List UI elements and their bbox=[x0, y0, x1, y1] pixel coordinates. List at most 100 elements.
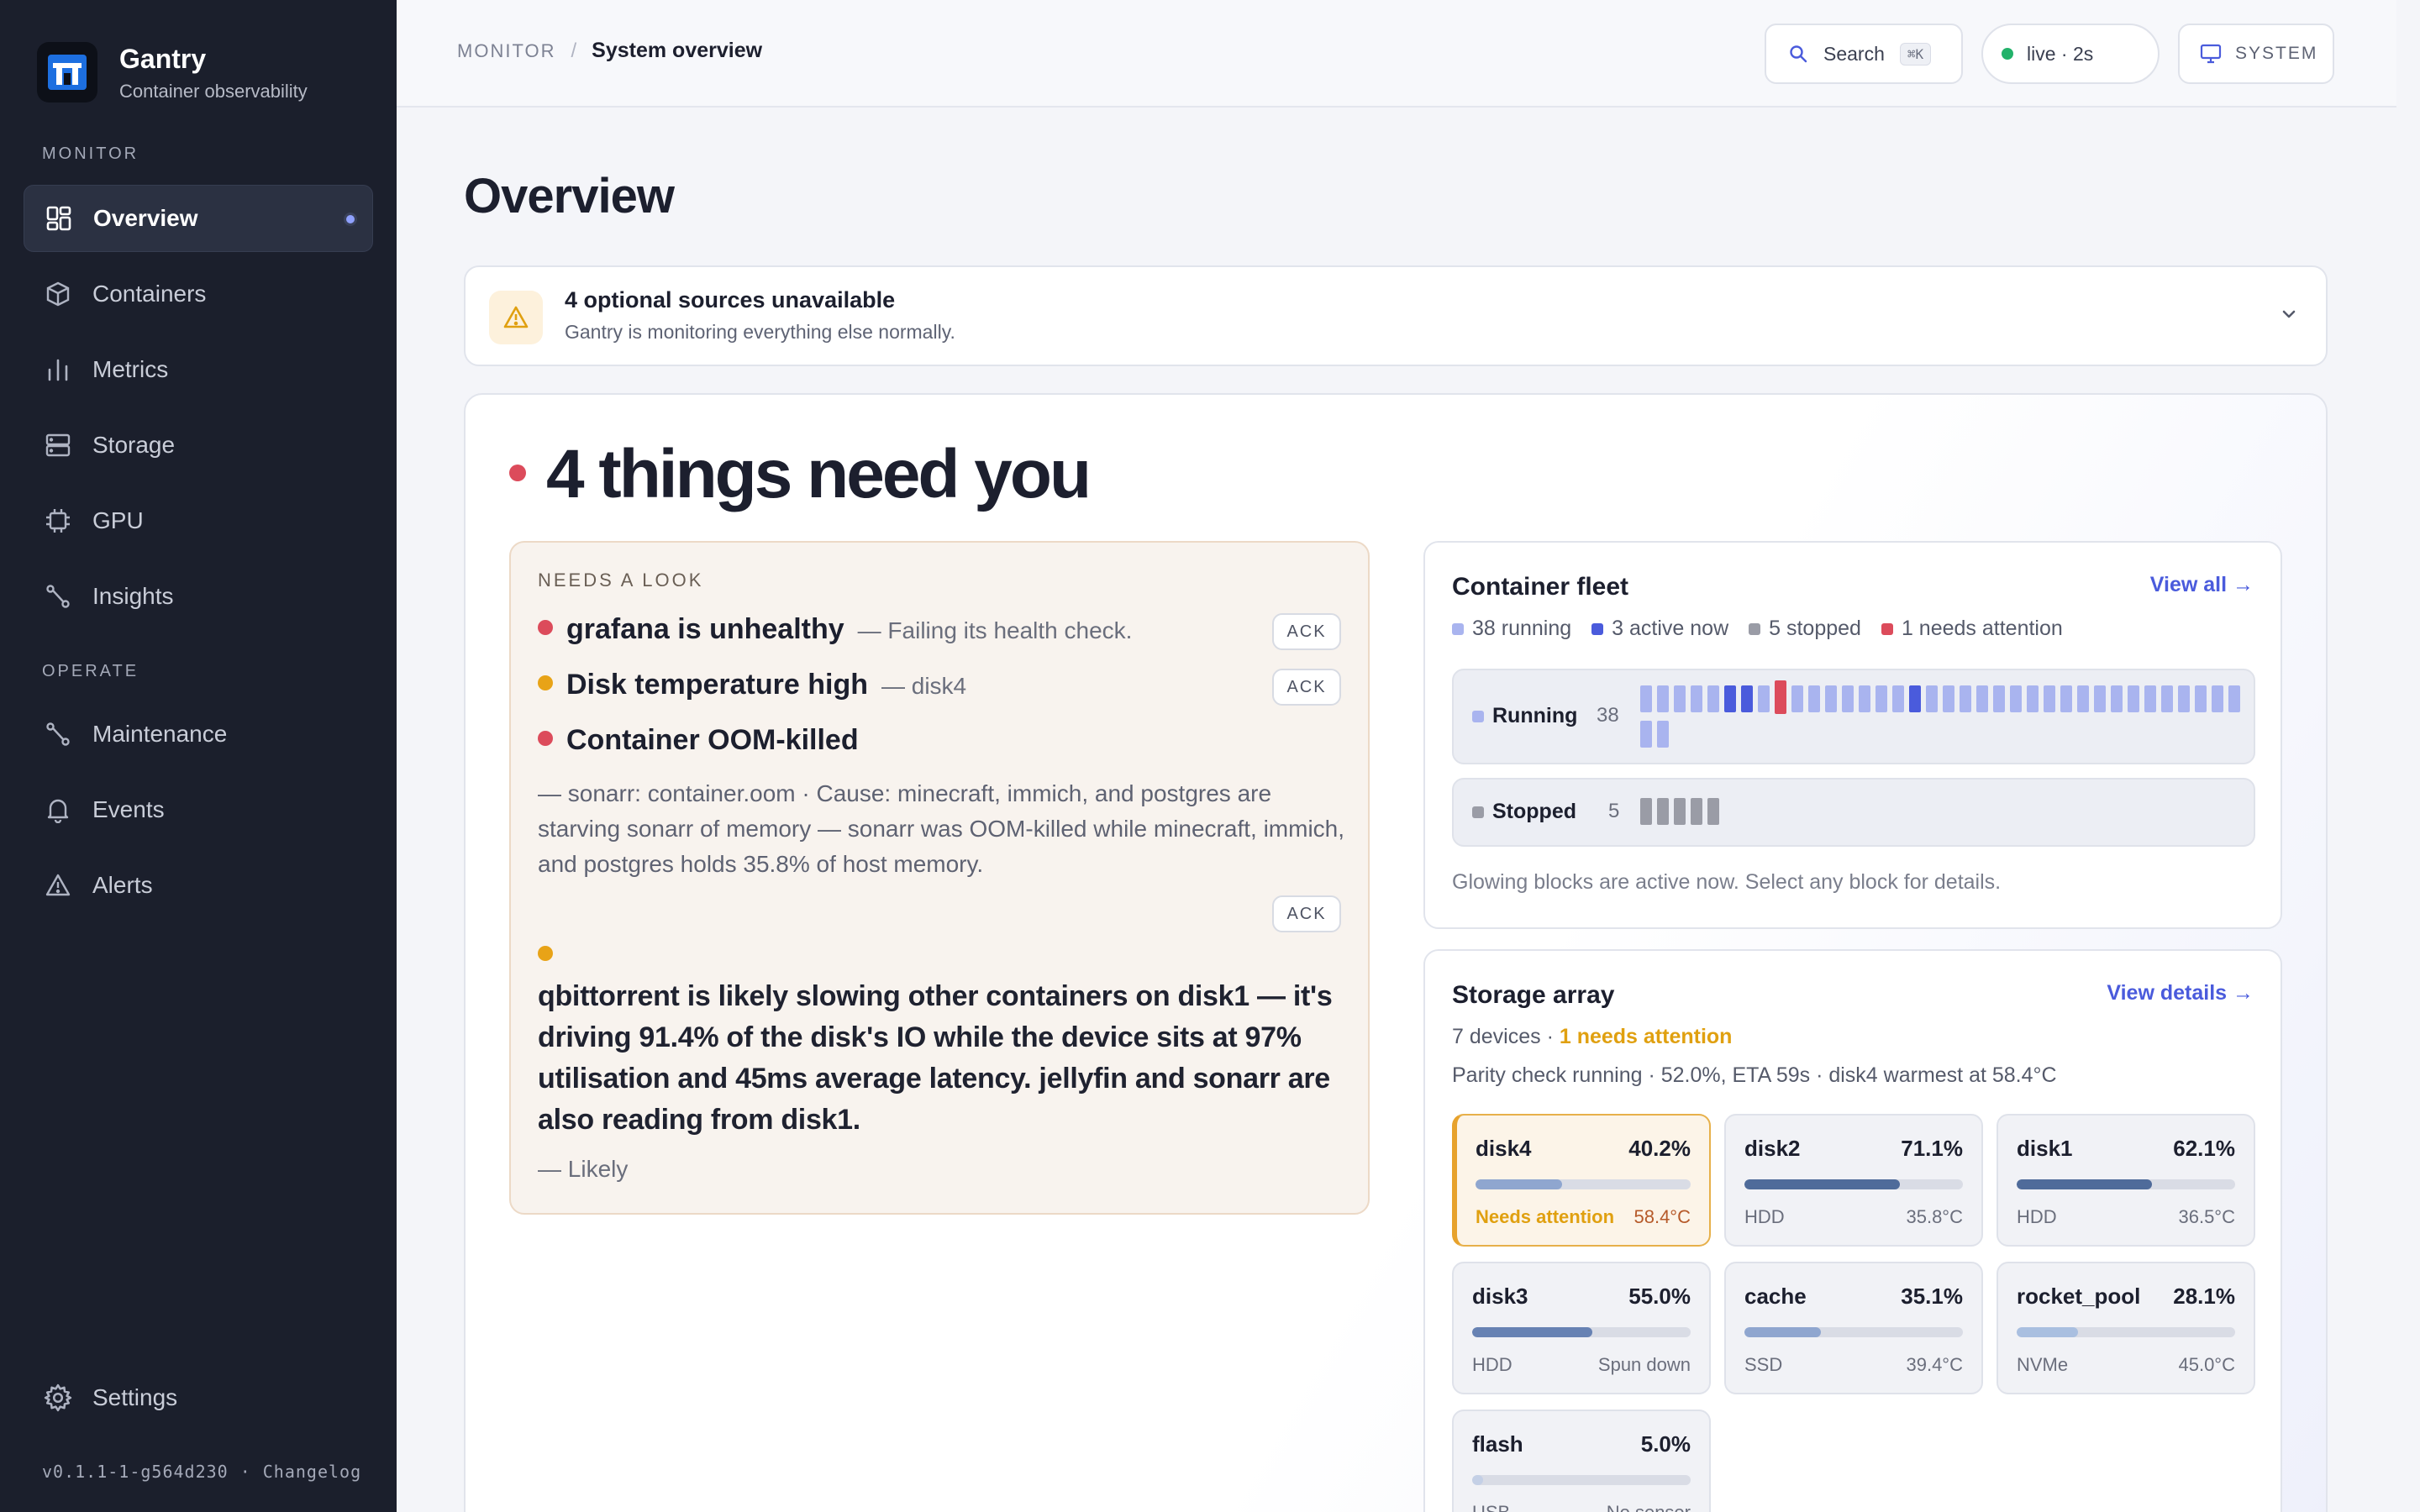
container-block[interactable] bbox=[2195, 685, 2207, 712]
app-tagline: Container observability bbox=[119, 81, 308, 102]
stopped-lane[interactable]: Stopped 5 bbox=[1452, 778, 2255, 847]
attention-headline: 4 things need you bbox=[546, 436, 1092, 512]
container-block[interactable] bbox=[1976, 685, 1988, 712]
container-block[interactable] bbox=[1791, 685, 1803, 712]
usage-bar bbox=[1744, 1179, 1963, 1189]
theme-toggle[interactable]: SYSTEM bbox=[2178, 24, 2334, 84]
disk-tile[interactable]: rocket_pool 28.1% NVMe 45.0°C bbox=[1996, 1262, 2255, 1394]
container-block[interactable] bbox=[2111, 685, 2123, 712]
brand[interactable]: Gantry Container observability bbox=[37, 42, 308, 102]
changelog-link[interactable]: Changelog bbox=[263, 1462, 361, 1482]
container-block[interactable] bbox=[1640, 685, 1652, 712]
container-block[interactable] bbox=[1775, 680, 1786, 714]
container-block[interactable] bbox=[1640, 798, 1652, 825]
disk-tile[interactable]: flash 5.0% USB No sensor bbox=[1452, 1410, 1711, 1512]
breadcrumb-monitor[interactable]: MONITOR bbox=[457, 40, 555, 62]
container-block[interactable] bbox=[1960, 685, 1971, 712]
ack-button[interactable]: ACK bbox=[1272, 669, 1341, 706]
container-block[interactable] bbox=[1808, 685, 1820, 712]
container-block[interactable] bbox=[1724, 685, 1736, 712]
container-block[interactable] bbox=[2178, 685, 2190, 712]
container-block[interactable] bbox=[1691, 685, 1702, 712]
container-block[interactable] bbox=[1876, 685, 1887, 712]
disk-name: disk4 bbox=[1476, 1136, 1532, 1161]
grid-icon bbox=[43, 202, 75, 234]
usage-bar-fill bbox=[1744, 1327, 1822, 1337]
issue-disk-temperature[interactable]: Disk temperature high — disk4 bbox=[538, 669, 1344, 701]
disk-tile[interactable]: disk2 71.1% HDD 35.8°C bbox=[1724, 1114, 1983, 1247]
container-block[interactable] bbox=[1657, 685, 1669, 712]
container-block[interactable] bbox=[1859, 685, 1870, 712]
insight-text[interactable]: qbittorrent is likely slowing other cont… bbox=[538, 976, 1344, 1141]
issue-oom-killed[interactable]: Container OOM-killed bbox=[538, 724, 1344, 757]
disk-name: flash bbox=[1472, 1431, 1523, 1457]
lane-label-text: Stopped bbox=[1492, 800, 1576, 823]
view-all-link[interactable]: View all → bbox=[2150, 573, 2254, 597]
container-block[interactable] bbox=[1943, 685, 1954, 712]
ack-button[interactable]: ACK bbox=[1272, 895, 1341, 932]
search-button[interactable]: Search ⌘K bbox=[1765, 24, 1963, 84]
container-block[interactable] bbox=[1691, 798, 1702, 825]
sidebar-item-alerts[interactable]: Alerts bbox=[24, 852, 373, 919]
chevron-down-icon[interactable] bbox=[2277, 302, 2301, 330]
disk-tile[interactable]: disk4 40.2% Needs attention 58.4°C bbox=[1452, 1114, 1711, 1247]
disk-temperature: Spun down bbox=[1597, 1354, 1691, 1375]
sidebar-item-events[interactable]: Events bbox=[24, 776, 373, 843]
usage-bar bbox=[1472, 1475, 1691, 1485]
disk-tile[interactable]: cache 35.1% SSD 39.4°C bbox=[1724, 1262, 1983, 1394]
sidebar-item-settings[interactable]: Settings bbox=[24, 1364, 373, 1431]
container-block[interactable] bbox=[1640, 721, 1652, 748]
device-count: 7 devices bbox=[1452, 1025, 1541, 1048]
container-block[interactable] bbox=[2228, 685, 2240, 712]
sidebar-item-overview[interactable]: Overview bbox=[24, 185, 373, 252]
container-block[interactable] bbox=[1674, 685, 1686, 712]
disk-tile[interactable]: disk1 62.1% HDD 36.5°C bbox=[1996, 1114, 2255, 1247]
container-block[interactable] bbox=[2077, 685, 2089, 712]
usage-bar-fill bbox=[1472, 1327, 1592, 1337]
container-block[interactable] bbox=[2144, 685, 2156, 712]
container-block[interactable] bbox=[1707, 685, 1719, 712]
legend-label: 1 needs attention bbox=[1901, 617, 2063, 640]
warning-icon bbox=[489, 291, 543, 344]
route-icon bbox=[42, 718, 74, 750]
monitor-icon bbox=[2200, 44, 2222, 64]
container-block[interactable] bbox=[1892, 685, 1904, 712]
view-details-link[interactable]: View details → bbox=[2107, 981, 2254, 1005]
container-block[interactable] bbox=[1926, 685, 1938, 712]
ack-button[interactable]: ACK bbox=[1272, 613, 1341, 650]
sources-banner[interactable]: 4 optional sources unavailable Gantry is… bbox=[464, 265, 2328, 366]
issue-grafana[interactable]: grafana is unhealthy — Failing its healt… bbox=[538, 613, 1344, 646]
container-block[interactable] bbox=[2128, 685, 2139, 712]
usage-bar bbox=[2017, 1327, 2235, 1337]
sidebar-item-storage[interactable]: Storage bbox=[24, 412, 373, 479]
container-block[interactable] bbox=[1758, 685, 1770, 712]
fleet-hint: Glowing blocks are active now. Select an… bbox=[1452, 870, 2002, 894]
container-block[interactable] bbox=[1657, 798, 1669, 825]
container-block[interactable] bbox=[2010, 685, 2022, 712]
container-block[interactable] bbox=[1741, 685, 1753, 712]
sidebar-item-label: Storage bbox=[92, 432, 176, 458]
container-block[interactable] bbox=[1993, 685, 2005, 712]
container-block[interactable] bbox=[1825, 685, 1837, 712]
disk-tile[interactable]: disk3 55.0% HDD Spun down bbox=[1452, 1262, 1711, 1394]
sidebar-item-maintenance[interactable]: Maintenance bbox=[24, 701, 373, 768]
container-block[interactable] bbox=[1909, 685, 1921, 712]
container-block[interactable] bbox=[2161, 685, 2173, 712]
sidebar-item-gpu[interactable]: GPU bbox=[24, 487, 373, 554]
sidebar-item-insights[interactable]: Insights bbox=[24, 563, 373, 630]
breadcrumb-separator: / bbox=[571, 39, 577, 62]
container-block[interactable] bbox=[1657, 721, 1669, 748]
live-refresh-toggle[interactable]: live · 2s bbox=[1981, 24, 2160, 84]
container-block[interactable] bbox=[2094, 685, 2106, 712]
container-block[interactable] bbox=[1842, 685, 1854, 712]
container-block[interactable] bbox=[2212, 685, 2223, 712]
sidebar-item-metrics[interactable]: Metrics bbox=[24, 336, 373, 403]
sidebar-item-containers[interactable]: Containers bbox=[24, 260, 373, 328]
running-lane[interactable]: Running 38 bbox=[1452, 669, 2255, 764]
container-block[interactable] bbox=[2027, 685, 2039, 712]
container-block[interactable] bbox=[1707, 798, 1719, 825]
container-block[interactable] bbox=[2060, 685, 2072, 712]
container-block[interactable] bbox=[1674, 798, 1686, 825]
sidebar-item-label: Maintenance bbox=[92, 721, 228, 747]
container-block[interactable] bbox=[2044, 685, 2055, 712]
